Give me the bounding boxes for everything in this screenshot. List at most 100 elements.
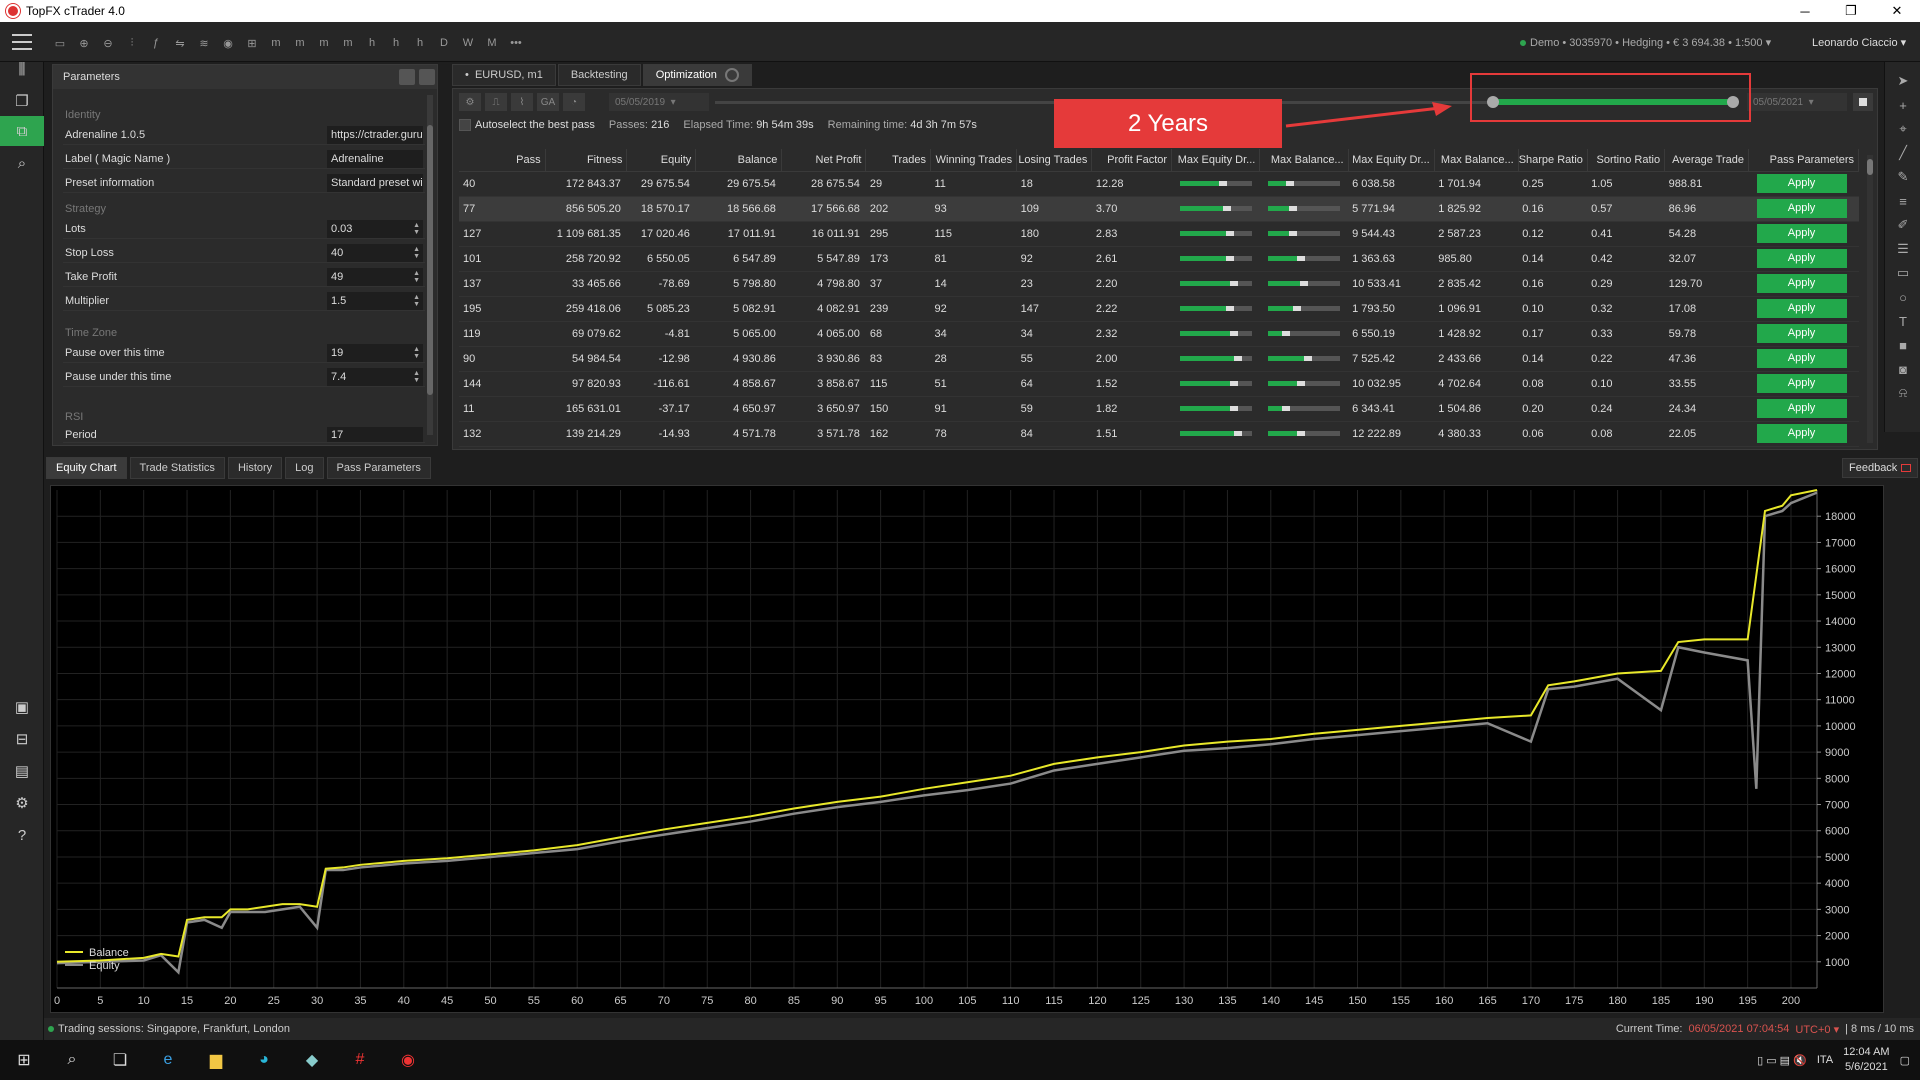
- param-row[interactable]: Multiplier 1.5 ▲ ▼: [63, 291, 425, 311]
- layers-icon[interactable]: ≋: [194, 34, 214, 52]
- ie-icon[interactable]: e: [144, 1040, 192, 1080]
- column-header[interactable]: Net Profit: [781, 149, 867, 172]
- param-row[interactable]: Preset information Standard preset wi: [63, 173, 425, 193]
- speed-icon[interactable]: ◔: [563, 93, 585, 111]
- tf-m5[interactable]: m: [290, 34, 310, 52]
- account-info[interactable]: Demo • 3035970 • Hedging • € 3 694.38 • …: [1520, 36, 1771, 49]
- column-header[interactable]: Trades: [865, 149, 931, 172]
- tab-optimization[interactable]: Optimization: [642, 64, 752, 86]
- param-row[interactable]: Label ( Magic Name ) Adrenaline: [63, 149, 425, 169]
- zoom-out-icon[interactable]: ⊖: [98, 34, 118, 52]
- square-icon[interactable]: ■: [1893, 336, 1913, 354]
- camera-icon[interactable]: ◙: [1893, 360, 1913, 378]
- ga-icon[interactable]: GA: [537, 93, 559, 111]
- save-preset-icon[interactable]: [419, 69, 435, 85]
- table-row[interactable]: 90 54 984.54 -12.98 4 930.86 3 930.86 83 28 55 2…: [459, 346, 1859, 372]
- tray-icons[interactable]: ▯ ▭ ▤ 🔇: [1757, 1054, 1807, 1067]
- table-row[interactable]: 40 172 843.37 29 675.54 29 675.54 28 675.54 2…: [459, 171, 1859, 197]
- param-row[interactable]: Pause over this time 19 ▲ ▼: [63, 343, 425, 363]
- slack-icon[interactable]: #: [336, 1040, 384, 1080]
- autoselect-checkbox[interactable]: Autoselect the best pass: [459, 119, 595, 132]
- zoom-in-icon[interactable]: ⊕: [74, 34, 94, 52]
- column-header[interactable]: Winning Trades: [930, 149, 1018, 172]
- file-explorer-icon[interactable]: ▆: [192, 1040, 240, 1080]
- language-indicator[interactable]: ITA: [1817, 1054, 1833, 1066]
- tf-m15[interactable]: m: [314, 34, 334, 52]
- column-header[interactable]: Losing Trades: [1016, 149, 1093, 172]
- table-row[interactable]: 137 33 465.66 -78.69 5 798.80 4 798.80 37 14 23…: [459, 271, 1859, 297]
- edge-icon[interactable]: ◕: [240, 1040, 288, 1080]
- param-row[interactable]: Lots 0.03 ▲ ▼: [63, 219, 425, 239]
- more-icon[interactable]: •••: [506, 34, 526, 52]
- store-icon[interactable]: ⊟: [11, 728, 33, 750]
- tab-symbol[interactable]: • EURUSD, m1: [452, 64, 556, 86]
- automate-icon[interactable]: ⧉: [0, 116, 44, 146]
- apply-button[interactable]: Apply: [1756, 349, 1847, 368]
- chart-icon[interactable]: ⌇: [511, 93, 533, 111]
- close-button[interactable]: ✕: [1874, 0, 1920, 22]
- ctrader-taskbar-icon[interactable]: ◉: [384, 1040, 432, 1080]
- param-row[interactable]: Stop Loss 40 ▲ ▼: [63, 243, 425, 263]
- portfolio-icon[interactable]: ▣: [11, 696, 33, 718]
- apply-button[interactable]: Apply: [1756, 199, 1847, 218]
- table-row[interactable]: 144 97 820.93 -116.61 4 858.67 3 858.67 115 51…: [459, 371, 1859, 397]
- crosshair-icon[interactable]: +: [1893, 96, 1913, 114]
- table-row[interactable]: 77 856 505.20 18 570.17 18 566.68 17 566.68 2…: [459, 196, 1859, 222]
- notifications-icon[interactable]: ▢: [1900, 1054, 1910, 1067]
- template-icon[interactable]: ⊞: [242, 34, 262, 52]
- trade-icon[interactable]: ⫼: [11, 58, 33, 80]
- layout-icon[interactable]: ▭: [50, 34, 70, 52]
- pencil-icon[interactable]: ✎: [1893, 168, 1913, 186]
- clock[interactable]: 12:04 AM 5/6/2021: [1843, 1045, 1889, 1075]
- tf-h1[interactable]: h: [362, 34, 382, 52]
- cursor-icon[interactable]: ➤: [1893, 72, 1913, 90]
- tf-mn[interactable]: M: [482, 34, 502, 52]
- param-row[interactable]: Pause under this time 7.4 ▲ ▼: [63, 367, 425, 387]
- settings-icon[interactable]: ⚙: [459, 93, 481, 111]
- help-icon[interactable]: ?: [11, 824, 33, 846]
- apply-button[interactable]: Apply: [1756, 224, 1847, 243]
- column-header[interactable]: Max Equity Dr...: [1171, 149, 1261, 172]
- tab-trade-statistics[interactable]: Trade Statistics: [129, 457, 225, 479]
- settings-icon[interactable]: ⚙: [11, 792, 33, 814]
- apply-button[interactable]: Apply: [1756, 324, 1847, 343]
- apply-button[interactable]: Apply: [1756, 424, 1847, 443]
- sync-icon[interactable]: ⇋: [170, 34, 190, 52]
- tf-h12[interactable]: h: [410, 34, 430, 52]
- news-icon[interactable]: ▤: [11, 760, 33, 782]
- menu-icon[interactable]: [12, 34, 32, 50]
- column-header[interactable]: Fitness: [545, 149, 628, 172]
- analyze-icon[interactable]: ⌕: [11, 152, 33, 174]
- apply-button[interactable]: Apply: [1756, 174, 1847, 193]
- column-header[interactable]: Profit Factor: [1091, 149, 1173, 172]
- apply-button[interactable]: Apply: [1756, 374, 1847, 393]
- apply-button[interactable]: Apply: [1756, 299, 1847, 318]
- table-row[interactable]: 195 259 418.06 5 085.23 5 082.91 4 082.91 239…: [459, 296, 1859, 322]
- tf-w1[interactable]: W: [458, 34, 478, 52]
- apply-button[interactable]: Apply: [1756, 274, 1847, 293]
- eye-icon[interactable]: ◉: [218, 34, 238, 52]
- param-row[interactable]: Adrenaline 1.0.5 https://ctrader.guru: [63, 125, 425, 145]
- search-icon[interactable]: ⌕: [48, 1040, 96, 1080]
- tab-log[interactable]: Log: [285, 457, 324, 479]
- windows-start-icon[interactable]: ⊞: [0, 1040, 48, 1080]
- table-scrollbar[interactable]: [1867, 155, 1873, 443]
- text-icon[interactable]: T: [1893, 312, 1913, 330]
- column-header[interactable]: Balance: [695, 149, 783, 172]
- table-row[interactable]: 101 258 720.92 6 550.05 6 547.89 5 547.89 173…: [459, 246, 1859, 272]
- table-row[interactable]: 127 1 109 681.35 17 020.46 17 011.91 16 011.…: [459, 221, 1859, 247]
- tf-m30[interactable]: m: [338, 34, 358, 52]
- table-row[interactable]: 132 139 214.29 -14.93 4 571.78 3 571.78 162 78…: [459, 421, 1859, 447]
- column-header[interactable]: Max Equity Dr...: [1348, 149, 1435, 172]
- feedback-button[interactable]: Feedback: [1842, 458, 1919, 478]
- pen-icon[interactable]: ✐: [1893, 216, 1913, 234]
- column-header[interactable]: Pass Parameters: [1748, 149, 1859, 172]
- rect-icon[interactable]: ▭: [1893, 264, 1913, 282]
- line-icon[interactable]: ╱: [1893, 144, 1913, 162]
- params-icon[interactable]: ⎍: [485, 93, 507, 111]
- tf-h4[interactable]: h: [386, 34, 406, 52]
- tf-m1[interactable]: m: [266, 34, 286, 52]
- fib-icon[interactable]: ≡: [1893, 192, 1913, 210]
- param-row[interactable]: Period 17: [63, 427, 425, 443]
- app-icon[interactable]: ◆: [288, 1040, 336, 1080]
